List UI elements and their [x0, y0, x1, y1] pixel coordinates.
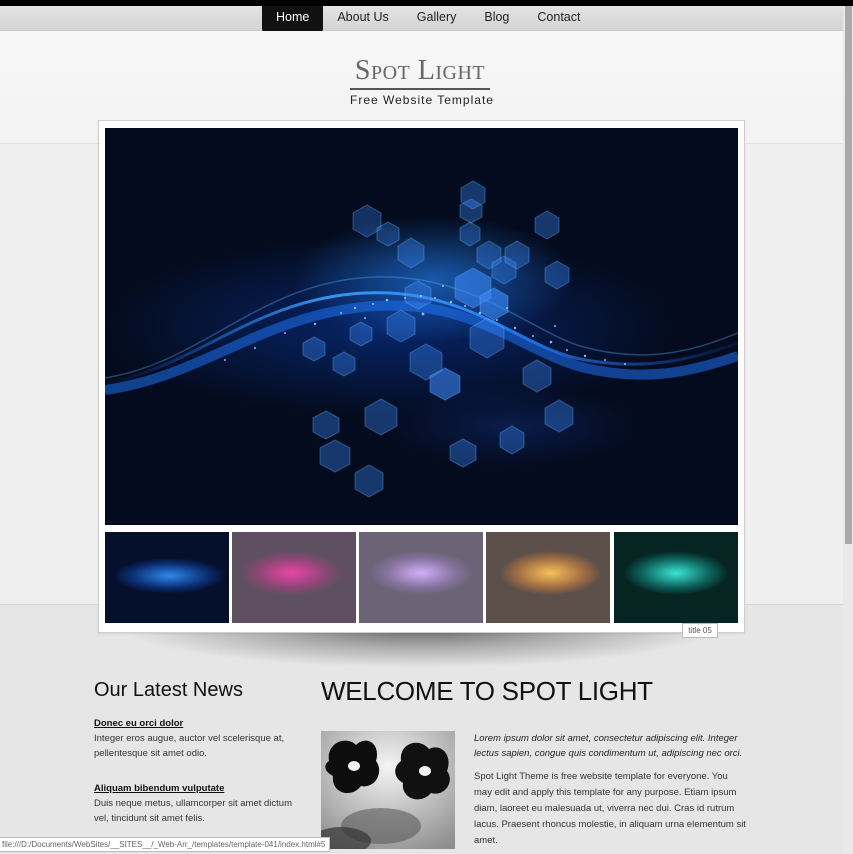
- thumbnail-3[interactable]: [359, 532, 483, 623]
- nav-contact[interactable]: Contact: [523, 6, 594, 32]
- news-item: Aliquam bibendum vulputate Duis neque me…: [94, 781, 294, 826]
- photo-art: [321, 731, 455, 849]
- slider-thumbnails: [105, 532, 738, 623]
- thumbnail-4[interactable]: [486, 532, 610, 623]
- thumbnail-1[interactable]: [105, 532, 229, 623]
- news-item-link[interactable]: Aliquam bibendum vulputate: [94, 781, 294, 796]
- news-item-text: Integer eros augue, auctor vel scelerisq…: [94, 733, 285, 759]
- nav-about-us[interactable]: About Us: [323, 6, 402, 32]
- welcome-heading: WELCOME TO SPOT LIGHT: [321, 676, 653, 706]
- news-heading: Our Latest News: [94, 679, 243, 701]
- welcome-body: Spot Light Theme is free website templat…: [474, 771, 746, 846]
- news-item-link[interactable]: Donec eu orci dolor: [94, 716, 294, 731]
- logo-subtitle: Free Website Template: [350, 93, 494, 107]
- logo-title: Spot Light: [350, 54, 490, 90]
- slider-shadow: [120, 628, 720, 668]
- browser-status-url: file:///D:/Documents/WebSites/__SITES__/…: [0, 837, 331, 852]
- nav-gallery[interactable]: Gallery: [403, 6, 471, 32]
- hero-bokeh-art: [105, 180, 738, 498]
- news-item-text: Duis neque metus, ullamcorper sit amet d…: [94, 798, 292, 824]
- nav-home[interactable]: Home: [262, 6, 324, 32]
- navigation-bar: Home About Us Gallery Blog Contact: [0, 6, 853, 32]
- site-logo[interactable]: Spot Light Free Website Template: [350, 54, 494, 107]
- welcome-photo: [321, 731, 455, 849]
- hero-slide-image: [105, 128, 738, 525]
- main-nav: Home About Us Gallery Blog Contact: [262, 6, 594, 32]
- welcome-intro: Lorem ipsum dolor sit amet, consectetur …: [474, 733, 743, 759]
- nav-blog[interactable]: Blog: [470, 6, 523, 32]
- scrollbar-thumb[interactable]: [845, 6, 852, 544]
- thumbnail-2[interactable]: [232, 532, 356, 623]
- news-item: Donec eu orci dolor Integer eros augue, …: [94, 716, 294, 761]
- slide-caption: title 05: [682, 623, 718, 638]
- thumbnail-5[interactable]: [614, 532, 738, 623]
